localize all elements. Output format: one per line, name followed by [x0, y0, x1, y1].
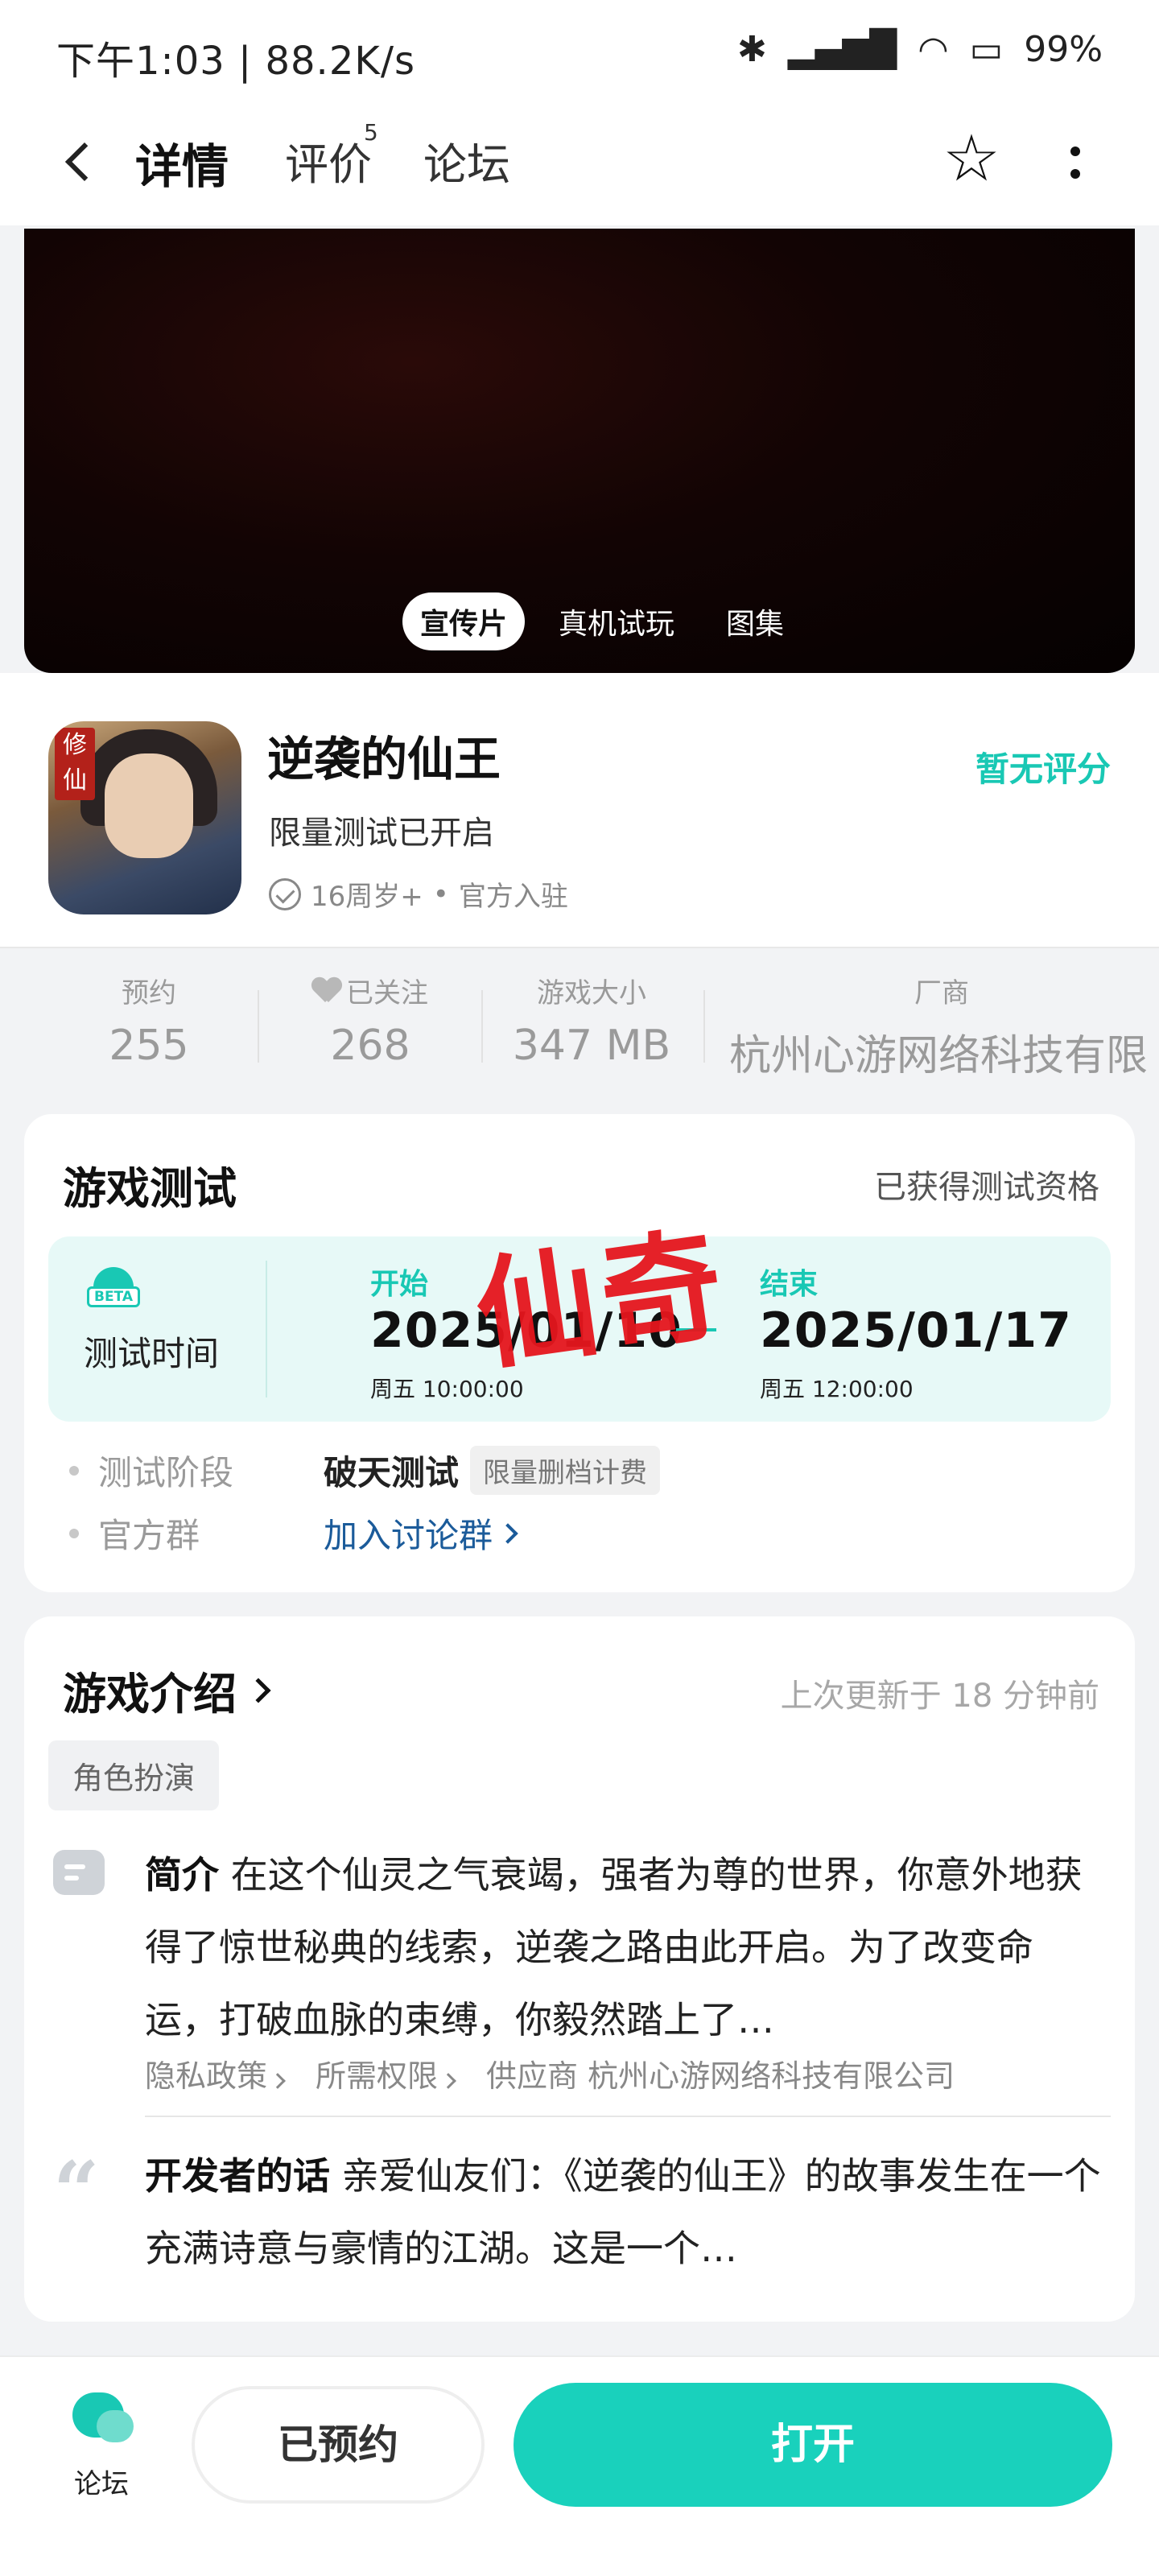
stat-vendor[interactable]: 厂商 杭州心游网络科技有限 — [724, 971, 1159, 1082]
official-group-row: 官方群 加入讨论群 — [69, 1509, 518, 1558]
forum-label[interactable]: 论坛 — [74, 2462, 129, 2501]
test-stage-tag: 限量删档计费 — [470, 1446, 661, 1495]
app-subtitle: 限量测试已开启 — [269, 815, 494, 852]
vendor-info: 供应商 杭州心游网络科技有限公司 — [486, 2058, 955, 2094]
rating-text: 暂无评分 — [975, 749, 1111, 789]
media-banner[interactable]: 宣传片 真机试玩 图集 — [24, 229, 1135, 673]
battery-icon: ▭ — [969, 29, 1004, 70]
app-info: 修仙 逆袭的仙王 限量测试已开启 16周岁+ • 官方入驻 暂无评分 — [0, 673, 1159, 947]
open-button[interactable]: 打开 — [514, 2383, 1112, 2507]
bluetooth-icon: ✱ — [736, 29, 767, 70]
genre-tag[interactable]: 角色扮演 — [48, 1740, 220, 1810]
app-name: 逆袭的仙王 — [267, 732, 501, 786]
chevron-right-icon — [497, 1522, 518, 1544]
battery-level: 99% — [1024, 29, 1103, 70]
game-test-title: 游戏测试 — [63, 1163, 237, 1214]
end-time: 周五 12:00:00 — [760, 1376, 914, 1402]
developer-note[interactable]: 开发者的话 亲爱仙友们：《逆袭的仙王》的故事发生在一个充满诗意与豪情的江湖。这是… — [145, 2140, 1103, 2285]
privacy-link[interactable]: 隐私政策 — [145, 2051, 286, 2095]
stat-size: 游戏大小 347 MB — [512, 977, 671, 1070]
back-icon[interactable] — [56, 127, 105, 192]
app-meta: 16周岁+ • 官方入驻 — [269, 874, 568, 914]
tab-forum[interactable]: 论坛 — [423, 129, 510, 192]
game-intro-card: 游戏介绍 上次更新于 18 分钟前 角色扮演 简介 在这个仙灵之气衰竭，强者为尊… — [24, 1616, 1135, 2322]
end-label: 结束 — [760, 1268, 819, 1301]
permissions-link[interactable]: 所需权限 — [316, 2051, 456, 2095]
signal-icon: ▂▄▆█ — [787, 29, 897, 70]
summary-text[interactable]: 简介 在这个仙灵之气衰竭，强者为尊的世界，你意外地获得了惊世秘典的线索，逆袭之路… — [145, 1839, 1103, 2056]
test-qualified: 已获得测试资格 — [874, 1169, 1099, 1206]
test-stage-value: 破天测试 — [324, 1453, 460, 1492]
forum-icon[interactable] — [72, 2392, 137, 2449]
tab-details[interactable]: 详情 — [135, 129, 229, 196]
test-time-label: 测试时间 — [84, 1334, 220, 1373]
start-label: 开始 — [370, 1268, 429, 1301]
star-add-icon[interactable]: ☆ — [935, 122, 1008, 195]
app-icon-seal: 修仙 — [55, 728, 95, 800]
age-rating: 16周岁+ — [311, 881, 423, 913]
intro-title[interactable]: 游戏介绍 — [63, 1658, 271, 1722]
status-time: 下午1:03 | 88.2K/s — [56, 39, 416, 84]
top-nav: 详情 评价 5 论坛 ☆ — [0, 105, 1159, 225]
quote-icon: “ — [53, 2144, 100, 2239]
app-icon: 修仙 — [48, 721, 241, 914]
chevron-right-icon — [245, 1677, 271, 1703]
game-test-card: 游戏测试 已获得测试资格 BETA 测试时间 开始 2025/01/10 周五 … — [24, 1114, 1135, 1592]
summary-icon — [53, 1850, 105, 1895]
segment-gameplay[interactable]: 真机试玩 — [541, 592, 692, 650]
test-stage-row: 测试阶段 破天测试 限量删档计费 — [69, 1446, 661, 1495]
official-label: 官方入驻 — [458, 881, 568, 913]
more-icon[interactable] — [1054, 129, 1095, 193]
wifi-icon: ◠ — [918, 29, 949, 70]
status-icons: ✱ ▂▄▆█ ◠ ▭ 99% — [737, 29, 1103, 70]
beta-icon: BETA — [87, 1262, 140, 1315]
segment-trailer[interactable]: 宣传片 — [402, 592, 526, 650]
reviews-count-badge: 5 — [364, 119, 378, 146]
intro-links: 隐私政策 所需权限 供应商 杭州心游网络科技有限公司 — [145, 2051, 955, 2095]
reserved-button[interactable]: 已预约 — [192, 2386, 485, 2504]
join-group-link[interactable]: 加入讨论群 — [324, 1509, 518, 1558]
tab-reviews[interactable]: 评价 — [285, 129, 372, 192]
heart-icon — [312, 978, 341, 1004]
media-segment-control: 宣传片 真机试玩 图集 — [402, 592, 802, 650]
intro-updated: 上次更新于 18 分钟前 — [780, 1678, 1099, 1715]
segment-gallery[interactable]: 图集 — [708, 592, 802, 650]
stat-followers: 已关注 268 — [290, 971, 451, 1070]
stats-row: 预约 255 已关注 268 游戏大小 347 MB 厂商 杭州心游网络科技有限 — [0, 947, 1159, 1100]
status-bar: 下午1:03 | 88.2K/s ✱ ▂▄▆█ ◠ ▭ 99% — [0, 0, 1159, 105]
stat-reservations: 预约 255 — [109, 977, 189, 1070]
bottom-bar: 论坛 已预约 打开 — [0, 2355, 1159, 2576]
red-stamp-overlay: 仙奇 — [468, 1214, 736, 1388]
end-date: 2025/01/17 — [760, 1302, 1072, 1359]
verified-icon — [269, 877, 301, 910]
